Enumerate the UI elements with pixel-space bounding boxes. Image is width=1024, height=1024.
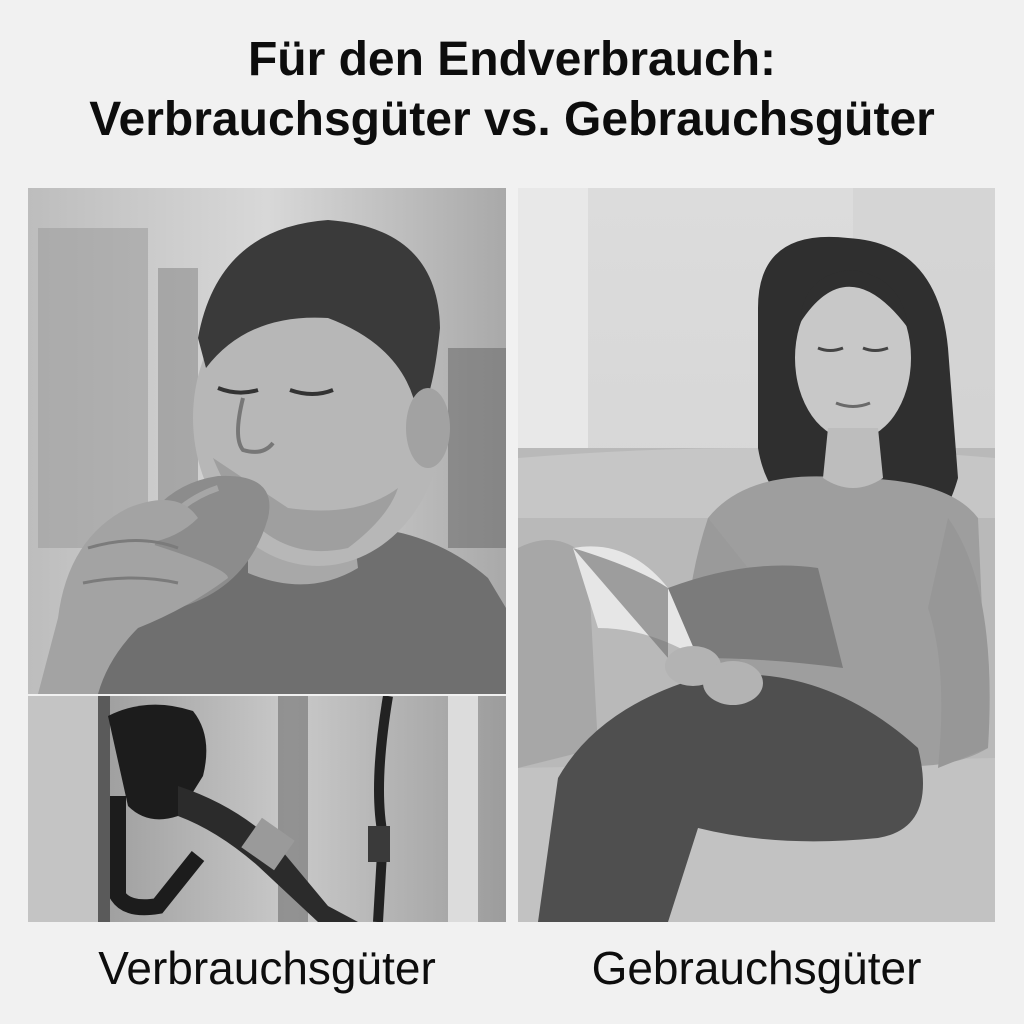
title-line-1: Für den Endverbrauch: <box>247 33 777 86</box>
photo-woman-reading-book <box>518 188 995 922</box>
photo-fuel-pump-nozzle <box>28 696 506 922</box>
caption-durables: Gebrauchsgüter <box>591 942 922 994</box>
title-line-2: Verbrauchsgüter vs. Gebrauchsgüter <box>89 93 935 146</box>
photo-man-eating-bread <box>28 188 506 694</box>
caption-consumables: Verbrauchsgüter <box>98 942 436 994</box>
page-title: Für den Endverbrauch: Verbrauchsgüter vs… <box>0 30 1024 150</box>
